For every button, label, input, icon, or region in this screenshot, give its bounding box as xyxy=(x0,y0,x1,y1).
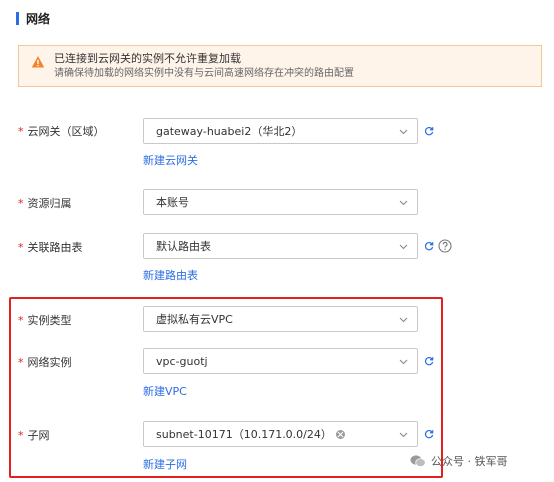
section-accent-bar xyxy=(16,11,19,25)
refresh-icon[interactable] xyxy=(424,241,434,251)
owner-label: * 资源归属 xyxy=(18,197,72,210)
required-marker: * xyxy=(18,241,24,254)
gateway-select[interactable]: gateway-huabei2（华北2） xyxy=(143,118,418,144)
refresh-icon[interactable] xyxy=(424,126,434,136)
section-header: 网络 xyxy=(16,10,50,26)
create-gateway-link[interactable]: 新建云网关 xyxy=(143,152,198,168)
route-table-select-value: 默认路由表 xyxy=(156,240,211,253)
warning-alert: 已连接到云网关的实例不允许重复加载 请确保待加载的网络实例中没有与云间高速网络存… xyxy=(18,45,542,87)
help-icon[interactable] xyxy=(438,239,452,253)
chevron-down-icon xyxy=(399,200,408,206)
brand-text: 公众号 · 铁军哥 xyxy=(431,455,508,468)
create-route-table-link[interactable]: 新建路由表 xyxy=(143,267,198,283)
chevron-down-icon xyxy=(399,244,408,250)
route-table-select[interactable]: 默认路由表 xyxy=(143,233,418,259)
alert-title: 已连接到云网关的实例不允许重复加载 xyxy=(54,52,241,65)
required-marker: * xyxy=(18,197,24,210)
owner-select-value: 本账号 xyxy=(156,196,189,209)
section-title: 网络 xyxy=(26,11,51,26)
owner-select[interactable]: 本账号 xyxy=(143,189,418,215)
brand-watermark: 公众号 · 铁军哥 xyxy=(410,453,508,469)
chevron-down-icon xyxy=(399,129,408,135)
wechat-icon xyxy=(410,455,426,468)
required-marker: * xyxy=(18,125,24,138)
gateway-select-value: gateway-huabei2（华北2） xyxy=(156,125,303,138)
highlight-box xyxy=(9,297,443,478)
alert-description: 请确保待加载的网络实例中没有与云间高速网络存在冲突的路由配置 xyxy=(54,68,354,79)
route-table-label: * 关联路由表 xyxy=(18,241,83,254)
warning-icon xyxy=(31,56,45,68)
gateway-label: * 云网关（区域） xyxy=(18,125,105,138)
